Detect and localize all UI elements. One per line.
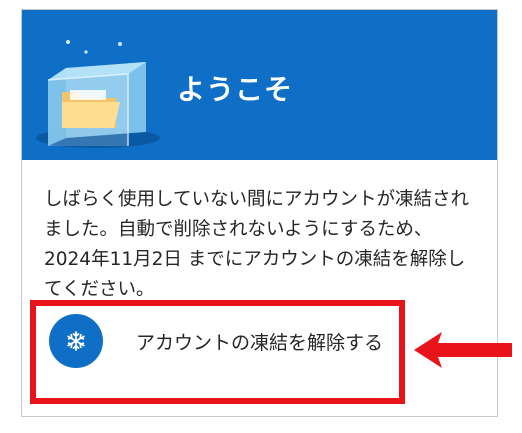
welcome-banner: ようこそ bbox=[22, 10, 497, 160]
annotation-highlight-box: アカウントの凍結を解除する bbox=[30, 300, 405, 404]
unfreeze-account-button[interactable]: アカウントの凍結を解除する bbox=[36, 303, 406, 381]
snowflake-icon bbox=[67, 331, 85, 351]
unfreeze-icon-circle bbox=[49, 314, 103, 368]
welcome-title: ようこそ bbox=[177, 73, 294, 106]
frozen-folder-illustration bbox=[36, 40, 160, 148]
freeze-notice-message: しばらく使用していない間にアカウントが凍結されました。自動で削除されないようにす… bbox=[44, 189, 469, 300]
unfreeze-account-label: アカウントの凍結を解除する bbox=[136, 332, 384, 354]
annotation-arrow-icon bbox=[414, 332, 512, 368]
